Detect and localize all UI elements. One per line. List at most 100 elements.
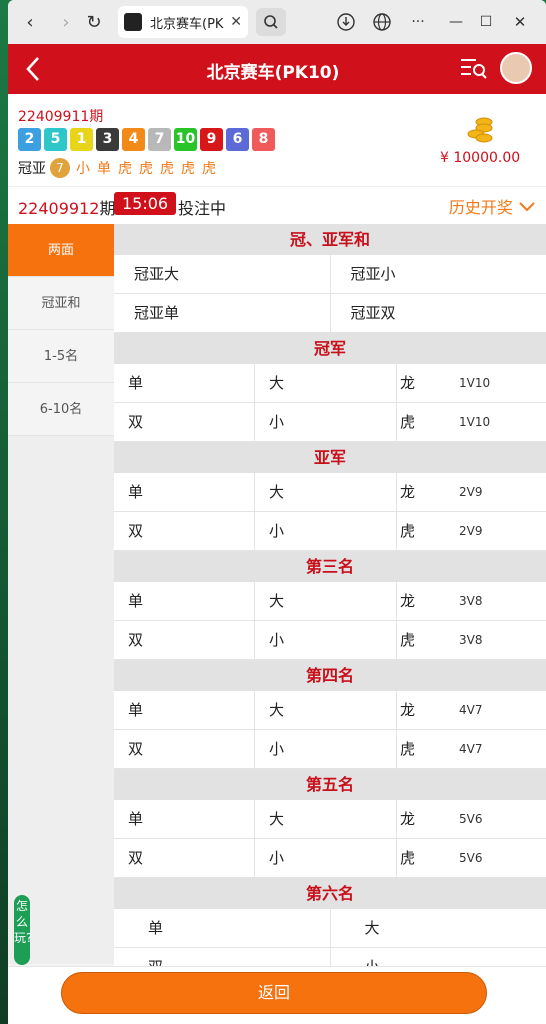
sidebar-item[interactable]: 6-10名: [8, 383, 114, 436]
globe-icon[interactable]: [372, 12, 392, 32]
maximize-icon[interactable]: ☐: [474, 14, 498, 30]
tab-title: 北京赛车(PK: [150, 16, 224, 32]
sidebar-item[interactable]: 冠亚和: [8, 277, 114, 330]
draw-result-balls: 2 5 1 3 4 7 10 9 6 8: [18, 128, 275, 151]
sum-value-badge: 7: [50, 158, 70, 178]
bet-option[interactable]: 小: [255, 730, 397, 768]
result-ball: 8: [252, 128, 275, 151]
browser-tab[interactable]: 北京赛车(PK ✕: [118, 6, 248, 38]
result-tag: 虎: [202, 161, 216, 177]
bet-option[interactable]: 双: [114, 403, 255, 441]
bet-option[interactable]: 小: [255, 403, 397, 441]
more-icon[interactable]: ···: [406, 14, 430, 30]
tab-close-icon[interactable]: ✕: [230, 14, 242, 30]
bet-option[interactable]: 小: [255, 839, 397, 877]
forward-icon[interactable]: ›: [54, 12, 78, 33]
return-button[interactable]: 返回: [61, 972, 487, 1014]
bet-option[interactable]: 虎: [397, 621, 459, 659]
close-window-icon[interactable]: ✕: [508, 13, 532, 31]
bet-option[interactable]: 龙: [397, 582, 459, 620]
bet-option[interactable]: 虎: [397, 403, 459, 441]
matchup-label[interactable]: 1V10: [459, 364, 539, 402]
bet-option[interactable]: 单: [114, 364, 255, 402]
matchup-label[interactable]: 2V9: [459, 512, 539, 550]
result-ball: 4: [122, 128, 145, 151]
bet-option[interactable]: 大: [331, 909, 546, 947]
bet-option[interactable]: 龙: [397, 800, 459, 838]
matchup-label[interactable]: 3V8: [459, 582, 539, 620]
bet-row: 单大龙 3V8: [114, 582, 546, 621]
countdown-timer: 15:06: [114, 192, 177, 215]
sidebar-item[interactable]: 1-5名: [8, 330, 114, 383]
sum-label: 冠亚: [18, 161, 46, 177]
bet-option[interactable]: 双: [114, 839, 255, 877]
bet-option[interactable]: 小: [255, 512, 397, 550]
matchup-label[interactable]: 4V7: [459, 730, 539, 768]
bet-option[interactable]: 单: [114, 582, 255, 620]
page-title: 北京赛车(PK10): [206, 63, 340, 83]
result-tag: 虎: [181, 161, 195, 177]
bet-row: 单 大: [114, 909, 546, 948]
download-icon[interactable]: [336, 12, 356, 32]
bet-option[interactable]: 虎: [397, 839, 459, 877]
sidebar-item[interactable]: 两面: [8, 224, 114, 277]
bet-option[interactable]: 虎: [397, 512, 459, 550]
matchup-label[interactable]: 5V6: [459, 800, 539, 838]
minimize-icon[interactable]: —: [444, 14, 468, 30]
result-ball: 6: [226, 128, 249, 151]
bet-option[interactable]: 单: [114, 909, 331, 947]
bet-option[interactable]: 龙: [397, 473, 459, 511]
bet-option[interactable]: 虎: [397, 730, 459, 768]
bet-row: 单大龙 4V7: [114, 691, 546, 730]
bet-option[interactable]: 大: [255, 582, 397, 620]
betting-status: 投注中: [178, 199, 227, 218]
section-title: 第六名: [114, 878, 546, 909]
bet-option[interactable]: 龙: [397, 691, 459, 729]
matchup-label[interactable]: 5V6: [459, 839, 539, 877]
search-icon: [264, 15, 278, 29]
history-results-link[interactable]: 历史开奖: [449, 194, 536, 218]
bet-option[interactable]: 双: [114, 730, 255, 768]
bet-option[interactable]: 单: [114, 800, 255, 838]
back-icon[interactable]: ‹: [18, 12, 42, 33]
result-ball: 10: [174, 128, 197, 151]
bet-option[interactable]: 小: [331, 948, 546, 966]
bet-option[interactable]: 冠亚小: [331, 255, 546, 293]
bet-option[interactable]: 冠亚双: [331, 294, 546, 332]
current-issue: 22409912期: [18, 195, 115, 219]
section-title: 冠军: [114, 333, 546, 364]
result-tag: 虎: [118, 161, 132, 177]
bet-option[interactable]: 大: [255, 800, 397, 838]
reload-icon[interactable]: ↻: [82, 12, 106, 33]
bet-option[interactable]: 大: [255, 473, 397, 511]
bet-option[interactable]: 冠亚单: [114, 294, 331, 332]
matchup-label[interactable]: 1V10: [459, 403, 539, 441]
bet-option[interactable]: 双: [114, 621, 255, 659]
bet-option[interactable]: 双: [114, 948, 331, 966]
bet-option[interactable]: 龙: [397, 364, 459, 402]
bet-option[interactable]: 单: [114, 691, 255, 729]
bet-row: 单大龙 1V10: [114, 364, 546, 403]
site-favicon: [124, 13, 142, 31]
section-title: 第五名: [114, 769, 546, 800]
matchup-label[interactable]: 4V7: [459, 691, 539, 729]
section-title: 第四名: [114, 660, 546, 691]
app-header: 北京赛车(PK10): [8, 44, 546, 94]
bet-option[interactable]: 双: [114, 512, 255, 550]
last-draw-panel: 22409911期 2 5 1 3 4 7 10 9 6 8 冠亚 7 小单虎虎虎虎虎 ¥ 100…: [8, 94, 546, 186]
how-to-play-button[interactable]: 怎么玩?: [14, 895, 32, 965]
bet-option[interactable]: 大: [255, 364, 397, 402]
tab-search-button[interactable]: [256, 8, 286, 36]
section-title: 第三名: [114, 551, 546, 582]
bet-option[interactable]: 单: [114, 473, 255, 511]
matchup-label[interactable]: 2V9: [459, 473, 539, 511]
user-avatar[interactable]: [500, 52, 532, 84]
result-ball: 5: [44, 128, 67, 151]
matchup-label[interactable]: 3V8: [459, 621, 539, 659]
history-search-icon[interactable]: [460, 56, 488, 80]
bet-option[interactable]: 冠亚大: [114, 255, 331, 293]
bet-option[interactable]: 小: [255, 621, 397, 659]
bet-option[interactable]: 大: [255, 691, 397, 729]
draw-summary: 冠亚 7 小单虎虎虎虎虎: [18, 158, 223, 178]
result-ball: 7: [148, 128, 171, 151]
